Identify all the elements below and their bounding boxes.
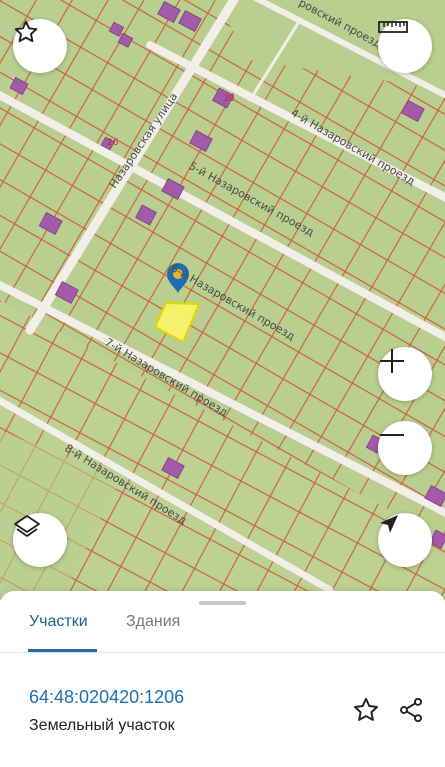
zoom-out-button[interactable]: [378, 421, 432, 475]
parcel-info-sheet: Участки Здания 64:48:020420:1206 Земельн…: [0, 591, 445, 767]
star-outline-icon: [353, 697, 379, 721]
navigation-arrow-icon: [380, 515, 398, 533]
cadastral-number-link[interactable]: 64:48:020420:1206: [29, 687, 184, 708]
zoom-in-button[interactable]: [378, 347, 432, 401]
ruler-button[interactable]: [378, 19, 432, 73]
active-tab-indicator: [28, 649, 97, 652]
map-canvas[interactable]: Назаровская улица 5-й Назаровский проезд…: [0, 0, 445, 600]
layers-button[interactable]: [13, 513, 67, 567]
ruler-icon: [378, 21, 408, 33]
tab-buildings[interactable]: Здания: [126, 613, 180, 631]
sheet-tabs: Участки Здания: [0, 591, 445, 653]
favorite-button[interactable]: [13, 19, 67, 73]
locate-button[interactable]: [378, 513, 432, 567]
layers-icon: [14, 515, 40, 537]
plus-icon: [380, 349, 404, 373]
house-number: 26: [107, 138, 119, 148]
minus-icon: [380, 434, 404, 436]
map-view[interactable]: Назаровская улица 5-й Назаровский проезд…: [0, 0, 445, 600]
parcel-type-label: Земельный участок: [29, 717, 175, 734]
share-button[interactable]: [396, 695, 426, 725]
house-number: 30: [223, 94, 235, 104]
add-to-favorites-button[interactable]: [351, 695, 381, 725]
star-icon: [14, 20, 38, 43]
share-icon: [400, 697, 422, 723]
tab-parcels[interactable]: Участки: [29, 613, 88, 631]
